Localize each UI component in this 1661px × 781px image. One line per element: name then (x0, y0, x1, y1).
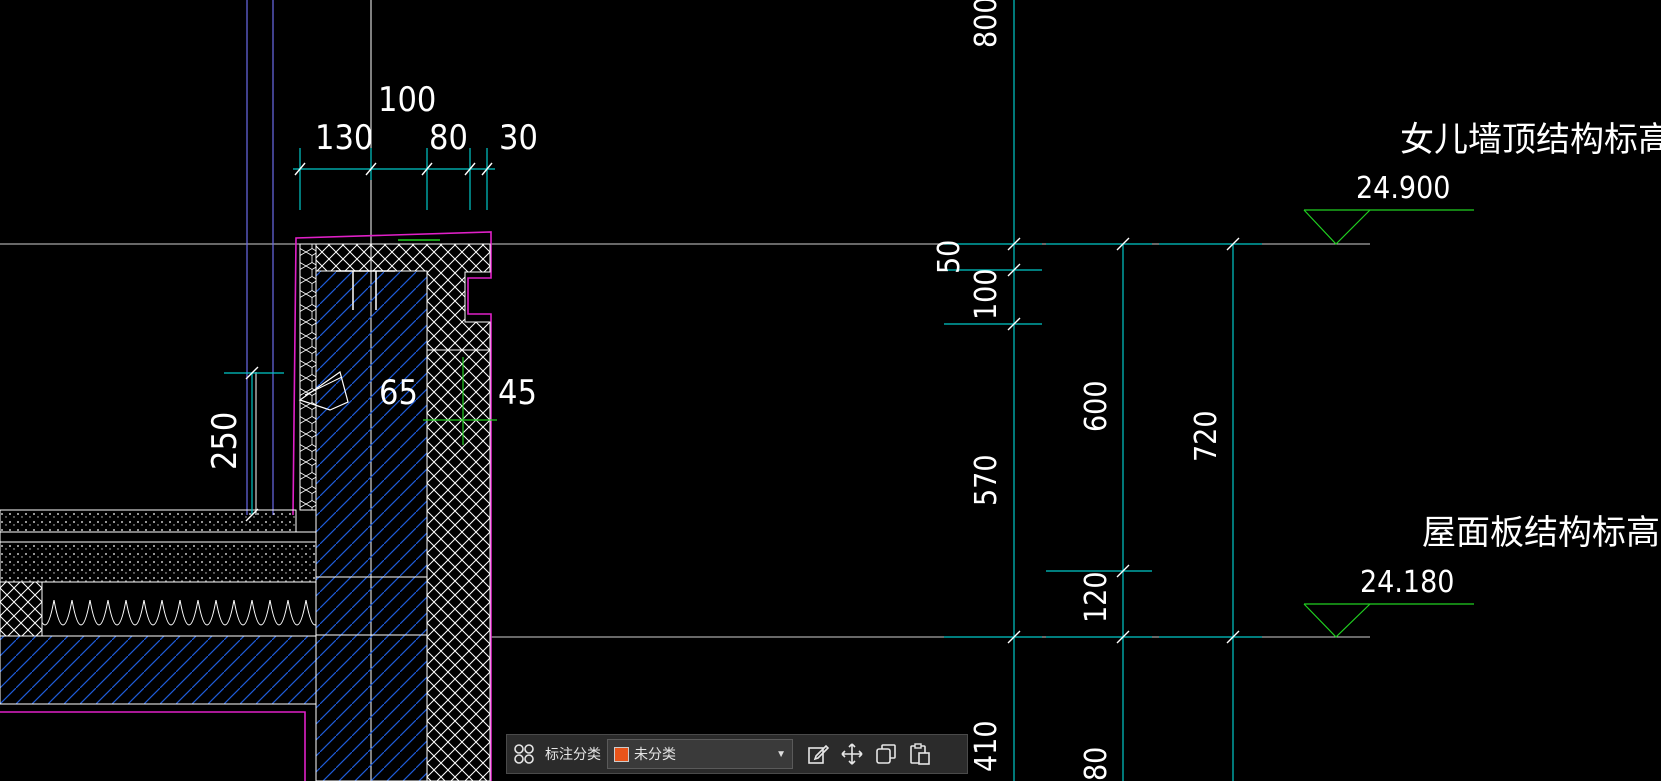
dim-45: 45 (498, 373, 537, 413)
dim-80-vertical: 80 (1079, 747, 1114, 781)
category-color-swatch (614, 746, 629, 762)
dim-600: 600 (1079, 380, 1114, 432)
edit-icon[interactable] (801, 737, 835, 771)
dim-120: 120 (1079, 571, 1114, 623)
elevation-roof-slab: 24.180 (1360, 565, 1454, 600)
dim-100-vertical: 100 (969, 268, 1004, 320)
category-label: 标注分类 (545, 746, 601, 762)
dim-100: 100 (378, 80, 436, 120)
dim-65: 65 (379, 373, 418, 413)
dim-250: 250 (205, 412, 245, 470)
dim-570: 570 (969, 454, 1004, 506)
grid-icon[interactable] (507, 737, 541, 771)
dim-50: 50 (932, 240, 967, 274)
move-icon[interactable] (835, 737, 869, 771)
label-parapet-top: 女儿墙顶结构标高 (1400, 120, 1661, 160)
parapet-section-detail (0, 0, 1370, 781)
copy-icon[interactable] (869, 737, 903, 771)
category-select[interactable]: 未分类 ▼ (607, 739, 793, 769)
category-selected-value: 未分类 (634, 746, 676, 762)
chevron-down-icon: ▼ (776, 748, 786, 760)
dim-130: 130 (315, 118, 373, 158)
elevation-marker-roof[interactable] (1303, 603, 1474, 638)
annotation-toolbar: 标注分类 未分类 ▼ (506, 734, 968, 774)
label-roof-slab: 屋面板结构标高 (1422, 513, 1660, 553)
cad-drawing-canvas[interactable]: 130 100 80 30 65 45 250 800 50 100 570 6… (0, 0, 1661, 781)
dim-800: 800 (969, 0, 1004, 48)
dim-80: 80 (429, 118, 468, 158)
dim-410: 410 (969, 720, 1004, 772)
dim-720: 720 (1189, 410, 1224, 462)
elevation-marker-parapet[interactable] (1303, 209, 1474, 245)
elevation-parapet-top: 24.900 (1356, 171, 1450, 206)
paste-icon[interactable] (903, 737, 937, 771)
dim-30: 30 (499, 118, 538, 158)
